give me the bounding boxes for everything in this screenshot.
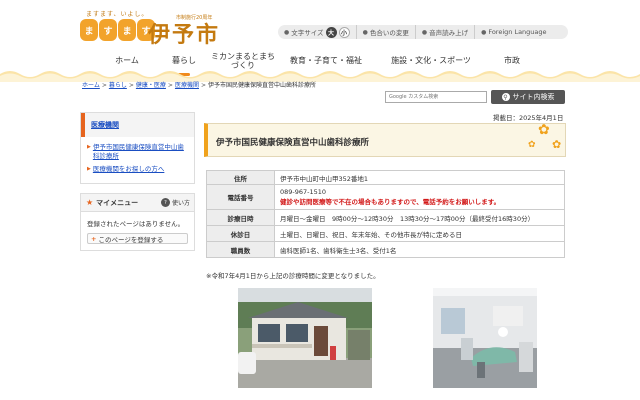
breadcrumb-link[interactable]: 健康・医療 [136,82,166,89]
my-menu-help-label: 使い方 [171,200,190,207]
table-row: 診療日時 月曜日～金曜日 9時00分～12時30分 13時30分～17時00分（… [206,209,565,226]
clinic-interior-illustration [433,288,537,388]
logo-glyph: ま [80,19,98,41]
logo-tagline: ますます、いよし。 [86,11,149,18]
breadcrumb-link[interactable]: ホーム [82,82,100,89]
sidebar-heading[interactable]: 医療機関 [81,113,194,137]
arrow-right-icon: ▶ [87,144,91,150]
my-menu-empty-message: 登録されたページはありません。 [87,220,185,228]
anniversary-seal: 市制施行20周年 [176,15,213,21]
sidebar-link-clinic[interactable]: ▶ 伊予市国民健康保険直営中山歯科診療所 [87,143,189,161]
breadcrumb-current: 伊予市国民健康保険直営中山歯科診療所 [208,82,317,89]
bullet-icon: ● [362,28,368,36]
table-row: 職員数 歯科医師1名、歯科衛生士3名、受付1名 [206,241,565,258]
my-menu-panel: ★ マイメニュー ? 使い方 登録されたページはありません。 + このページを登… [80,193,195,251]
read-aloud-label: 音声読み上げ [429,29,469,37]
breadcrumb-separator: > [101,82,107,89]
clinic-holidays: 土曜日、日曜日、祝日、年末年始、その他市長が特に定める日 [274,225,565,242]
font-small-button[interactable]: 小 [338,26,350,38]
plus-icon: + [91,234,97,243]
arrow-right-icon: ▶ [87,166,91,172]
flower-icon: ✿ [538,123,550,138]
color-change-label: 色合いの変更 [369,29,409,37]
table-row: 住所 伊予市中山町中山甲352番地1 [206,170,565,185]
register-page-label: このページを登録する [98,235,164,244]
row-label-address: 住所 [206,170,275,185]
published-date: 掲載日：2025年4月1日 [493,114,564,122]
clinic-address: 伊予市中山町中山甲352番地1 [274,170,565,185]
row-label-holidays: 休診日 [206,225,275,242]
color-change-link[interactable]: ● 色合いの変更 [355,25,415,39]
clinic-interior-photo [433,288,537,388]
breadcrumb-link[interactable]: 医療機関 [175,82,199,89]
site-header: ますます、いよし。 ま す ま す 伊予市 市制施行20周年 ● 文字サイズ 大… [0,0,640,82]
my-menu-header: ★ マイメニュー ? 使い方 [81,194,194,212]
page-title: 伊予市国民健康保険直営中山歯科診療所 [216,138,370,148]
sidebar-links: ▶ 伊予市国民健康保険直営中山歯科診療所 ▶ 医療機関をお探しの方へ [81,137,194,183]
breadcrumb-separator: > [200,82,206,89]
row-label-phone: 電話番号 [206,184,275,210]
breadcrumb-separator: > [128,82,134,89]
sidebar-link-label: 医療機関をお探しの方へ [92,165,165,173]
clinic-hours: 月曜日～金曜日 9時00分～12時30分 13時30分～17時00分（最終受付1… [274,209,565,226]
foreign-language-label: Foreign Language [488,28,547,36]
logo-mark[interactable]: ま す ま す [80,19,155,41]
site-search-button[interactable]: ⚲ サイト内検索 [491,90,565,104]
bullet-icon: ● [421,28,428,36]
phone-reservation-warning: 健診や訪問医療等で不在の場合もありますので、電話予約をお願いします。 [280,198,501,206]
utility-bar: ● 文字サイズ 大 小 ● 色合いの変更 ● 音声読み上げ ● Foreign … [278,25,568,39]
page: ますます、いよし。 ま す ま す 伊予市 市制施行20周年 ● 文字サイズ 大… [0,0,640,400]
breadcrumb: ホーム > 暮らし > 健康・医療 > 医療機関 > 伊予市国民健康保険直営中山歯科診療所 [82,80,316,89]
sidebar-link-label: 伊予市国民健康保険直営中山歯科診療所 [92,143,184,160]
my-menu-help-button[interactable]: ? 使い方 [160,198,190,207]
table-row: 休診日 土曜日、日曜日、祝日、年末年始、その他市長が特に定める日 [206,225,565,242]
phone-cell: 089-967-1510 健診や訪問医療等で不在の場合もありますので、電話予約を… [274,184,565,210]
font-size-label: 文字サイズ [291,29,324,37]
question-icon: ? [160,198,170,207]
breadcrumb-link[interactable]: 暮らし [109,82,127,89]
clinic-staff: 歯科医師1名、歯科衛生士3名、受付1名 [274,241,565,258]
clinic-info-table: 住所 伊予市中山町中山甲352番地1 電話番号 089-967-1510 健診や… [206,170,565,258]
table-row: 電話番号 089-967-1510 健診や訪問医療等で不在の場合もありますので、… [206,184,565,210]
city-logo-name[interactable]: 伊予市 [148,17,220,49]
clinic-exterior-photo [238,288,372,388]
logo-glyph: す [99,19,117,41]
bullet-icon: ● [481,28,487,36]
sidebar-link-find-medical[interactable]: ▶ 医療機関をお探しの方へ [87,165,189,174]
flower-icon: ✿ [528,140,536,150]
sidebar-section: 医療機関 ▶ 伊予市国民健康保険直営中山歯科診療所 ▶ 医療機関をお探しの方へ [80,112,195,184]
row-label-hours: 診療日時 [206,209,275,226]
breadcrumb-separator: > [167,82,173,89]
search-icon: ⚲ [501,93,510,101]
site-search-input[interactable] [385,91,487,103]
flower-icon: ✿ [552,138,562,151]
my-menu-title: マイメニュー [96,198,139,207]
clinic-exterior-illustration [238,288,372,388]
font-large-button[interactable]: 大 [325,26,337,38]
logo-glyph: ま [118,19,136,41]
font-size-control: ● 文字サイズ 大 小 [278,25,356,39]
read-aloud-link[interactable]: ● 音声読み上げ [414,25,474,39]
row-label-staff: 職員数 [206,241,275,258]
clinic-phone: 089-967-1510 [280,188,327,196]
foreign-language-link[interactable]: ● Foreign Language [474,25,552,39]
page-title-bar: ✿ ✿ ✿ 伊予市国民健康保険直営中山歯科診療所 [204,123,566,157]
schedule-change-note: ※令和7年4月1日から上記の診療時間に変更となりました。 [206,272,380,280]
register-page-button[interactable]: + このページを登録する [87,233,188,244]
star-icon: ★ [86,198,94,207]
bullet-icon: ● [284,28,290,36]
site-search-label: サイト内検索 [512,93,555,101]
